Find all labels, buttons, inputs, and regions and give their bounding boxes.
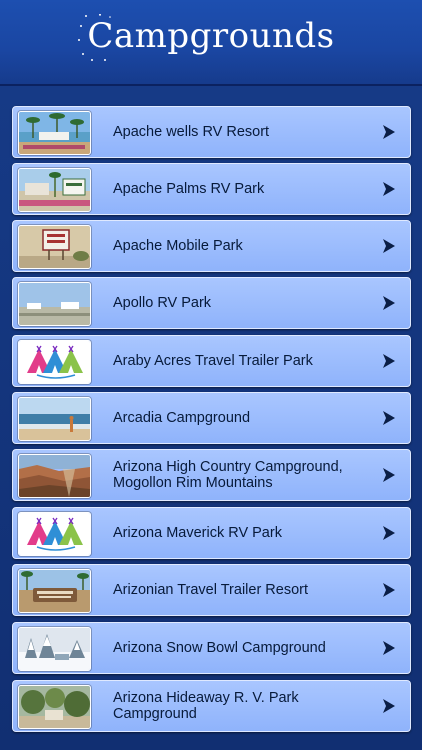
- chevron-right-icon: [383, 641, 395, 655]
- campground-name: Arizona High Country Campground, Mogollo…: [113, 459, 343, 491]
- chevron-right-icon: [383, 125, 395, 139]
- campground-row[interactable]: Arizona Snow Bowl Campground: [12, 622, 411, 674]
- campground-name: Apache Palms RV Park: [113, 181, 265, 197]
- campground-row[interactable]: Apache Palms RV Park: [12, 163, 411, 215]
- campground-name: Arizonian Travel Trailer Resort: [113, 582, 309, 598]
- page-title: Campgrounds: [87, 16, 335, 56]
- campground-name: Arcadia Campground: [113, 410, 251, 426]
- campground-row[interactable]: Arizona Hideaway R. V. Park Campground: [12, 680, 411, 732]
- campground-thumbnail: [18, 111, 91, 155]
- chevron-right-icon: [383, 526, 395, 540]
- chevron-right-icon: [383, 239, 395, 253]
- chevron-right-icon: [383, 583, 395, 597]
- campground-thumbnail: [18, 397, 91, 441]
- campground-row[interactable]: Apache wells RV Resort: [12, 106, 411, 158]
- chevron-right-icon: [383, 354, 395, 368]
- campground-name: Apache wells RV Resort: [113, 124, 270, 140]
- campground-thumbnail: [18, 454, 91, 498]
- campground-thumbnail: [18, 340, 91, 384]
- campground-thumbnail: [18, 685, 91, 729]
- campground-thumbnail: [18, 512, 91, 556]
- chevron-right-icon: [383, 699, 395, 713]
- campground-name: Arizona Maverick RV Park: [113, 525, 282, 541]
- chevron-right-icon: [383, 468, 395, 482]
- campground-row[interactable]: Apache Mobile Park: [12, 220, 411, 272]
- campground-name: Arizona Hideaway R. V. Park Campground: [113, 690, 299, 722]
- chevron-right-icon: [383, 182, 395, 196]
- chevron-right-icon: [383, 296, 395, 310]
- chevron-right-icon: [383, 411, 395, 425]
- campground-row[interactable]: Arizonian Travel Trailer Resort: [12, 564, 411, 616]
- header-bar: Campgrounds: [0, 0, 422, 86]
- campground-name: Apache Mobile Park: [113, 238, 243, 254]
- campground-thumbnail: [18, 627, 91, 671]
- campground-thumbnail: [18, 282, 91, 326]
- campground-row[interactable]: Arizona High Country Campground, Mogollo…: [12, 449, 411, 501]
- campground-row[interactable]: Apollo RV Park: [12, 277, 411, 329]
- campground-thumbnail: [18, 168, 91, 212]
- campground-name: Apollo RV Park: [113, 295, 212, 311]
- campground-row[interactable]: Arizona Maverick RV Park: [12, 507, 411, 559]
- campground-thumbnail: [18, 225, 91, 269]
- campground-name: Arizona Snow Bowl Campground: [113, 640, 326, 656]
- campground-thumbnail: [18, 569, 91, 613]
- campground-list[interactable]: Apache wells RV Resort Apache Palms RV P…: [0, 86, 422, 750]
- campground-row[interactable]: Arcadia Campground: [12, 392, 411, 444]
- campground-row[interactable]: Araby Acres Travel Trailer Park: [12, 335, 411, 387]
- campground-name: Araby Acres Travel Trailer Park: [113, 353, 313, 369]
